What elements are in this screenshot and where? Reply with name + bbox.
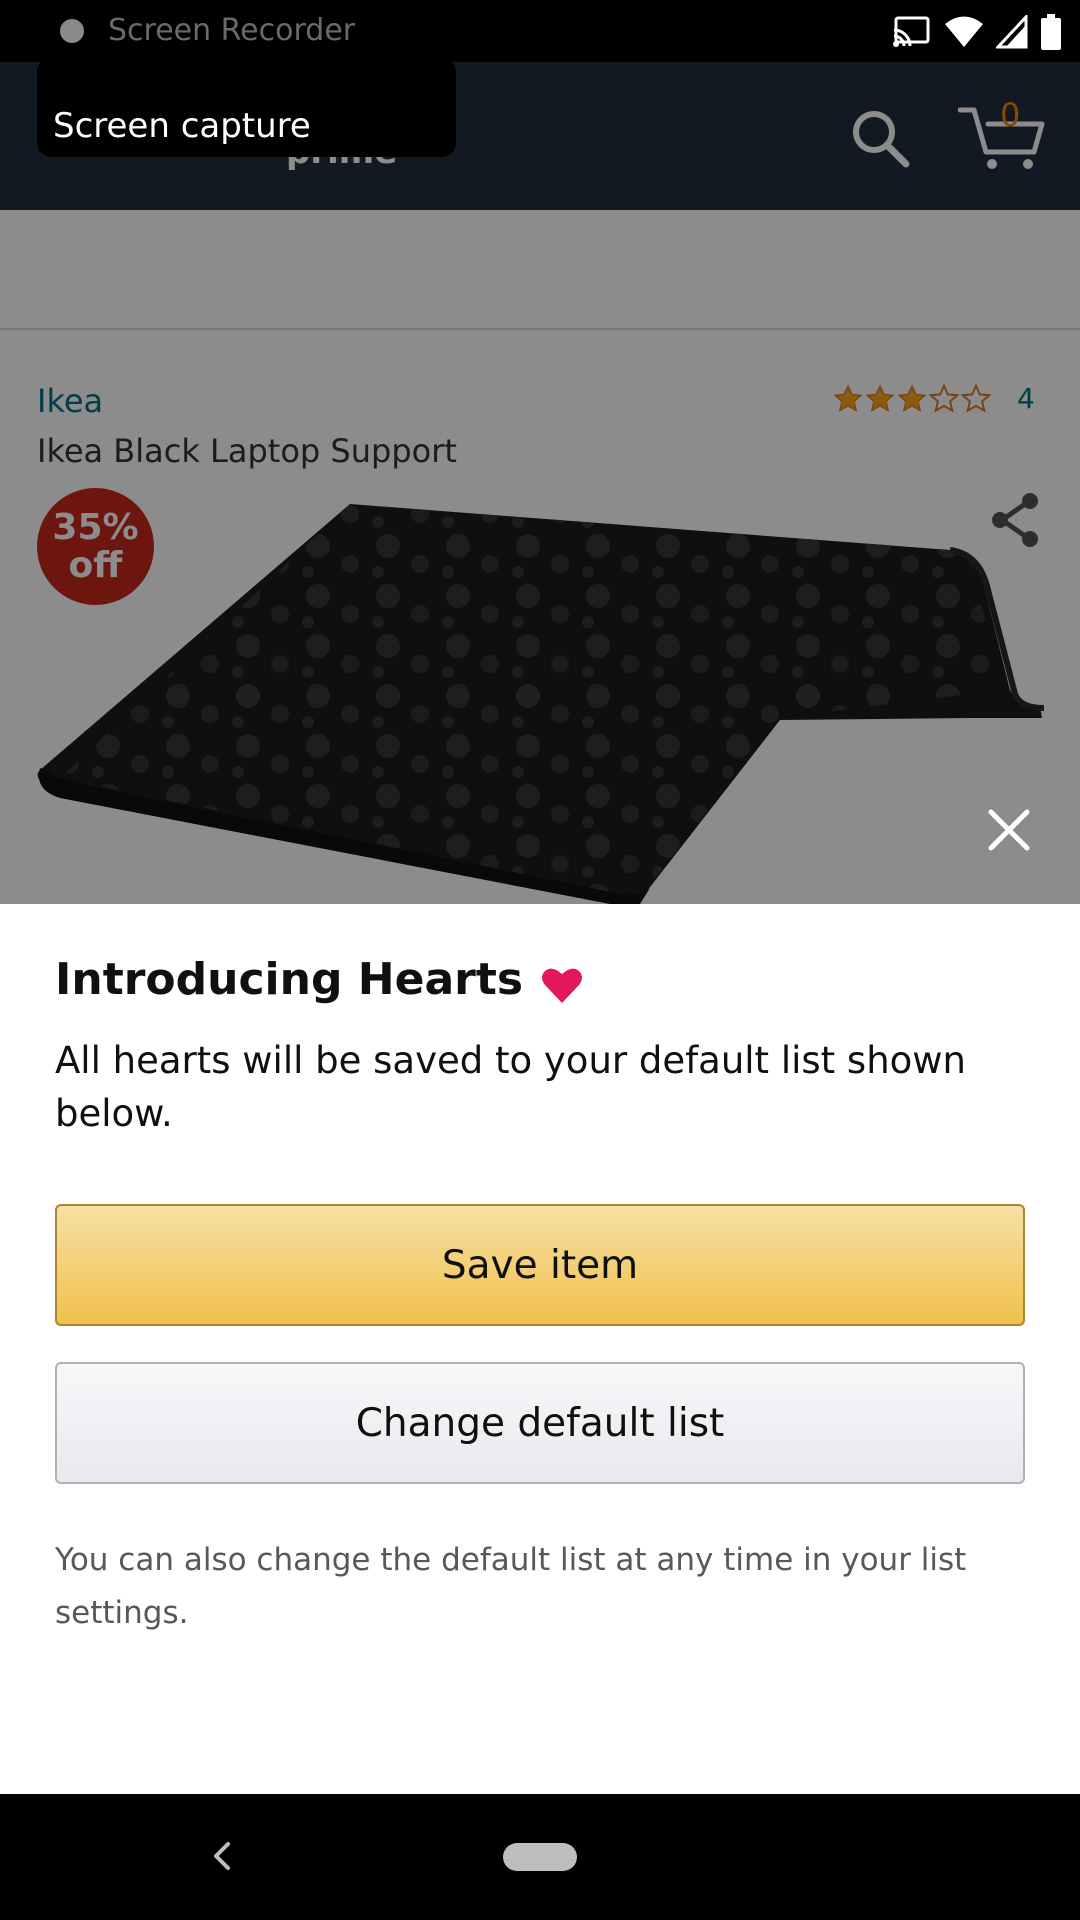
cast-icon: [893, 16, 930, 47]
close-button[interactable]: [985, 806, 1033, 854]
save-item-button[interactable]: Save item: [55, 1204, 1025, 1326]
screen-capture-label: Screen capture: [53, 106, 311, 146]
sheet-description: All hearts will be saved to your default…: [55, 1039, 966, 1135]
status-bar: Screen Recorder: [0, 0, 1080, 62]
sheet-note: You can also change the default list at …: [55, 1542, 967, 1631]
back-button[interactable]: [200, 1834, 244, 1878]
wifi-icon: [945, 16, 983, 47]
navigation-bar: [0, 1794, 1080, 1920]
home-pill-button[interactable]: [503, 1843, 577, 1871]
change-default-list-button[interactable]: Change default list: [55, 1362, 1025, 1484]
sheet-title: Introducing Hearts: [55, 954, 583, 1005]
screen-capture-toast: Screen capture: [37, 58, 456, 157]
back-chevron-icon: [214, 1842, 230, 1870]
screen-recorder-label: Screen Recorder: [108, 13, 356, 48]
modal-backdrop[interactable]: [0, 62, 1080, 904]
status-icons: [892, 12, 1062, 52]
sheet-title-text: Introducing Hearts: [55, 954, 524, 1005]
heart-icon: [542, 968, 583, 1003]
screen: Screen Recorder prime: [0, 0, 1080, 1920]
signal-icon: [996, 15, 1028, 49]
hearts-bottom-sheet: Introducing Hearts All hearts will be sa…: [0, 904, 1080, 1794]
close-icon: [988, 809, 1030, 851]
battery-icon: [1041, 14, 1061, 50]
record-dot-icon: [60, 19, 84, 43]
